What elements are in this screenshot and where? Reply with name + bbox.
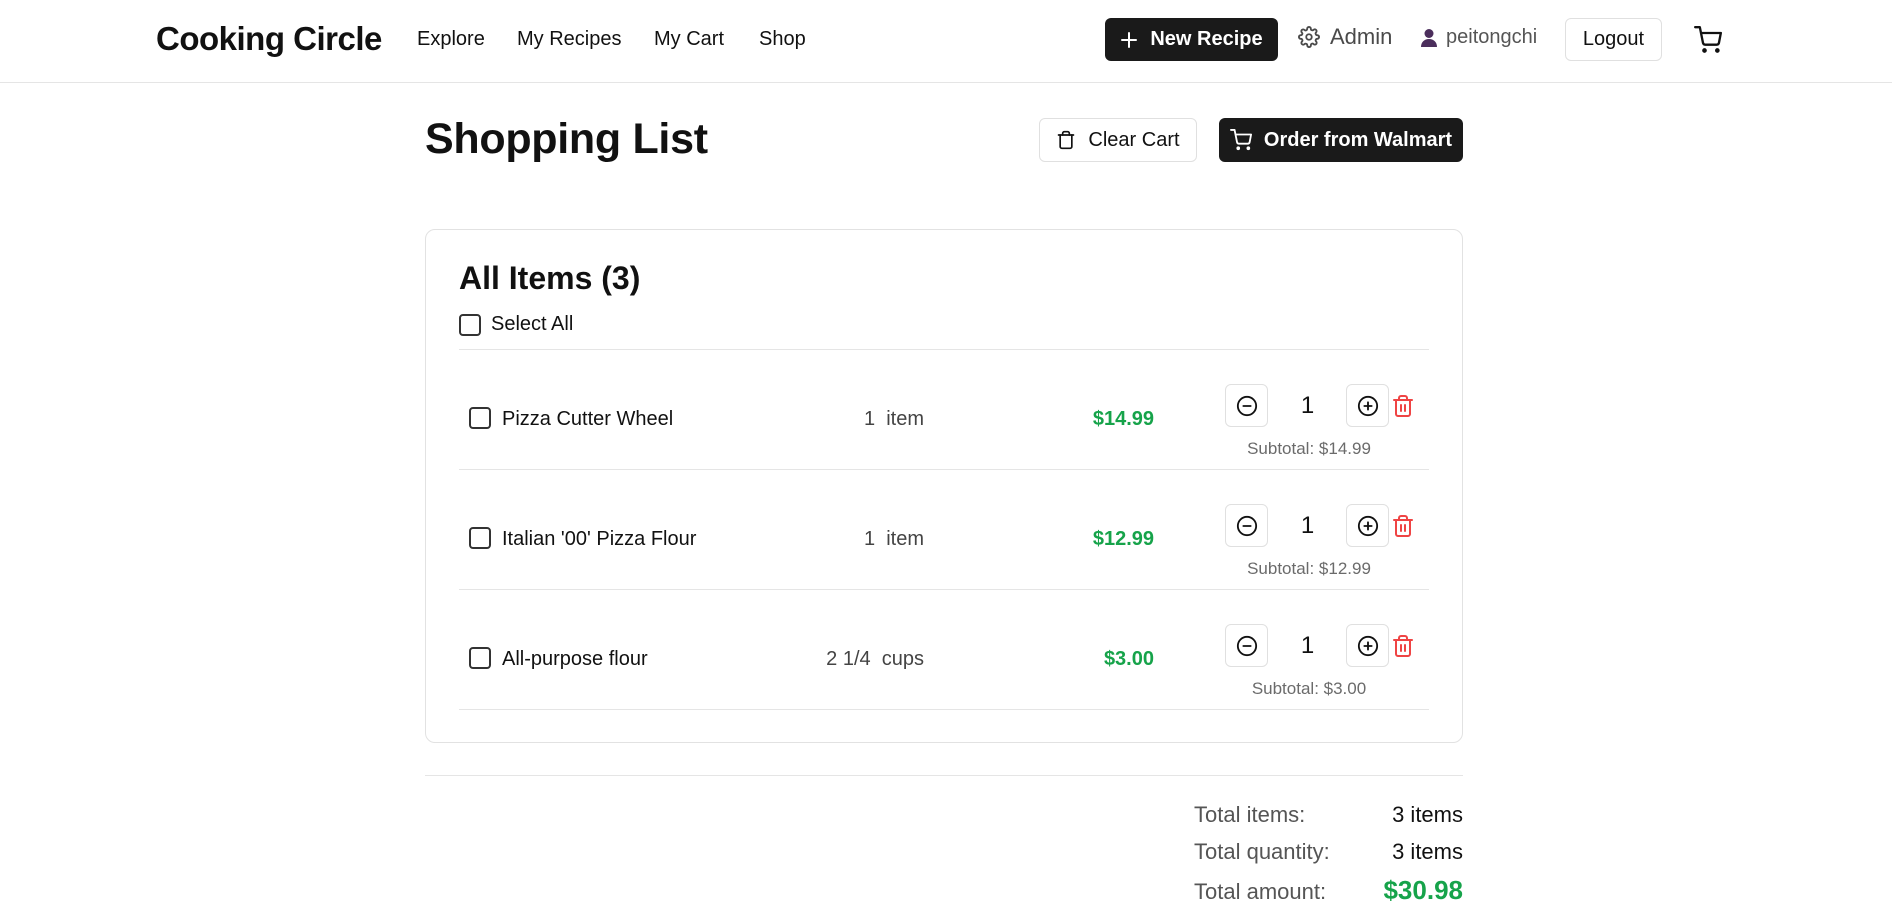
item-subtotal: Subtotal: $3.00	[1251, 679, 1367, 698]
plus-circle-icon	[1357, 635, 1378, 656]
logout-button[interactable]: Logout	[1565, 18, 1662, 61]
top-navbar: Cooking Circle Explore My Recipes My Car…	[0, 0, 1892, 83]
trash-icon	[1058, 130, 1075, 150]
cart-icon	[1229, 129, 1252, 151]
total-items-value: 3 items	[1392, 802, 1463, 827]
item-name: All-purpose flour	[502, 648, 648, 670]
gear-icon	[1298, 26, 1320, 48]
minus-circle-icon	[1236, 395, 1257, 416]
trash-icon[interactable]	[1391, 394, 1415, 418]
quantity-value: 1	[1300, 392, 1315, 419]
item-amount: 1 item	[824, 408, 924, 431]
item-price: $14.99	[1092, 408, 1154, 430]
new-recipe-button[interactable]: New Recipe	[1105, 18, 1278, 61]
decrement-button[interactable]	[1225, 624, 1268, 667]
quantity-value: 1	[1300, 632, 1315, 659]
user-profile[interactable]: peitongchi	[1420, 26, 1537, 49]
page-title: Shopping List	[425, 115, 708, 163]
minus-circle-icon	[1236, 515, 1257, 536]
admin-label: Admin	[1330, 24, 1393, 49]
admin-link[interactable]: Admin	[1298, 24, 1392, 50]
cart-item-row: Italian '00' Pizza Flour 1 item $12.99 1…	[459, 470, 1429, 589]
item-amount-value: 2 1/4	[826, 648, 871, 670]
cart-items-title: All Items (3)	[459, 260, 641, 296]
total-quantity-value: 3 items	[1392, 839, 1463, 864]
nav-link-my-recipes[interactable]: My Recipes	[517, 28, 621, 51]
divider	[459, 709, 1429, 710]
username: peitongchi	[1446, 26, 1538, 48]
cart-icon[interactable]	[1694, 26, 1722, 54]
item-checkbox[interactable]	[469, 527, 491, 549]
cart-card: All Items (3) Select All Pizza Cutter Wh…	[425, 229, 1463, 743]
decrement-button[interactable]	[1225, 504, 1268, 547]
user-icon	[1421, 28, 1437, 47]
decrement-button[interactable]	[1225, 384, 1268, 427]
cart-item-row: All-purpose flour 2 1/4 cups $3.00 1 Sub…	[459, 590, 1429, 709]
item-amount: 1 item	[824, 528, 924, 551]
new-recipe-label: New Recipe	[1150, 28, 1263, 50]
total-quantity-label: Total quantity:	[1194, 839, 1330, 864]
minus-circle-icon	[1236, 635, 1257, 656]
item-amount-value: 1	[863, 408, 876, 430]
select-all-checkbox[interactable]	[459, 313, 481, 336]
plus-circle-icon	[1357, 395, 1378, 416]
plus-icon	[1121, 31, 1138, 48]
item-checkbox[interactable]	[469, 407, 491, 429]
item-checkbox[interactable]	[469, 647, 491, 669]
quantity-value: 1	[1300, 512, 1315, 539]
nav-link-shop[interactable]: Shop	[759, 28, 806, 51]
totals-divider	[425, 775, 1463, 776]
item-name: Italian '00' Pizza Flour	[502, 528, 697, 550]
item-unit: cups	[881, 648, 924, 670]
item-unit: item	[886, 528, 924, 550]
clear-cart-button[interactable]: Clear Cart	[1039, 118, 1197, 162]
increment-button[interactable]	[1346, 504, 1389, 547]
trash-icon[interactable]	[1391, 634, 1415, 658]
item-price: $3.00	[1103, 648, 1154, 670]
cart-item-row: Pizza Cutter Wheel 1 item $14.99 1 Subto…	[459, 350, 1429, 469]
clear-cart-label: Clear Cart	[1088, 128, 1180, 151]
trash-icon[interactable]	[1391, 514, 1415, 538]
total-amount-label: Total amount:	[1194, 879, 1327, 904]
item-amount: 2 1/4 cups	[824, 648, 924, 671]
total-amount-value: $30.98	[1383, 875, 1463, 905]
item-name: Pizza Cutter Wheel	[502, 408, 674, 430]
item-amount-value: 1	[863, 528, 876, 550]
select-all[interactable]: Select All	[459, 313, 573, 336]
brand-logo[interactable]: Cooking Circle	[156, 20, 382, 58]
select-all-label: Select All	[491, 313, 574, 335]
increment-button[interactable]	[1346, 624, 1389, 667]
item-unit: item	[886, 408, 924, 430]
total-items-label: Total items:	[1194, 802, 1306, 827]
nav-link-explore[interactable]: Explore	[417, 28, 485, 51]
item-price: $12.99	[1092, 528, 1154, 550]
plus-circle-icon	[1357, 515, 1378, 536]
order-from-walmart-label: Order from Walmart	[1263, 128, 1453, 151]
nav-link-my-cart[interactable]: My Cart	[654, 28, 724, 51]
item-subtotal: Subtotal: $14.99	[1247, 439, 1371, 458]
increment-button[interactable]	[1346, 384, 1389, 427]
order-from-walmart-button[interactable]: Order from Walmart	[1219, 118, 1463, 162]
item-subtotal: Subtotal: $12.99	[1247, 559, 1371, 578]
